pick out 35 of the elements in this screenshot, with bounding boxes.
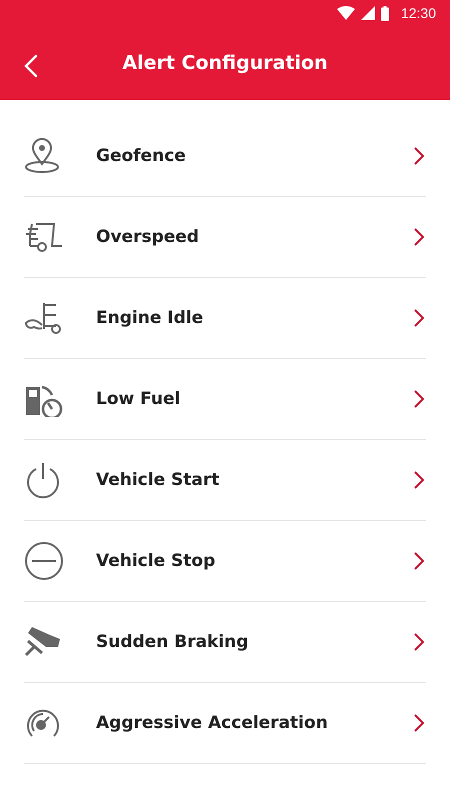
item-label: Aggressive Acceleration [96,713,329,733]
chevron-right-icon [414,714,424,732]
signal-icon [360,6,375,20]
minus-circle-icon [24,541,64,581]
item-label: Geofence [96,146,187,166]
truck-exhaust-icon [24,301,64,335]
alert-list-item[interactable]: Engine Idle [24,278,426,359]
back-button[interactable] [22,52,40,80]
alert-list-item[interactable]: Aggressive Acceleration [24,683,426,764]
alert-list-item[interactable]: Overspeed [24,197,426,278]
screen-title: Alert Configuration [122,52,328,74]
battery-icon [380,6,389,20]
wifi-icon [336,6,355,20]
map-pin-icon [24,138,60,174]
chevron-right-icon [414,552,424,570]
chevron-right-icon [414,228,424,246]
status-time: 12:30 [400,5,436,21]
alert-list-item[interactable]: Geofence [24,116,426,197]
item-label: Overspeed [96,227,200,247]
chevron-right-icon [414,147,424,165]
alert-list-item[interactable]: Vehicle Start [24,440,426,521]
chevron-right-icon [414,309,424,327]
item-label: Sudden Braking [96,632,250,652]
chevron-right-icon [414,633,424,651]
item-label: Engine Idle [96,308,204,328]
item-label: Low Fuel [96,389,182,409]
power-icon [24,461,62,499]
alert-list-item[interactable]: Low Fuel [24,359,426,440]
alert-list-item[interactable]: Vehicle Stop [24,521,426,602]
item-label: Vehicle Stop [96,551,216,571]
chevron-right-icon [414,471,424,489]
item-label: Vehicle Start [96,470,220,490]
speeding-truck-icon [24,220,64,254]
alert-list-item[interactable]: Sudden Braking [24,602,426,683]
chevron-right-icon [414,390,424,408]
